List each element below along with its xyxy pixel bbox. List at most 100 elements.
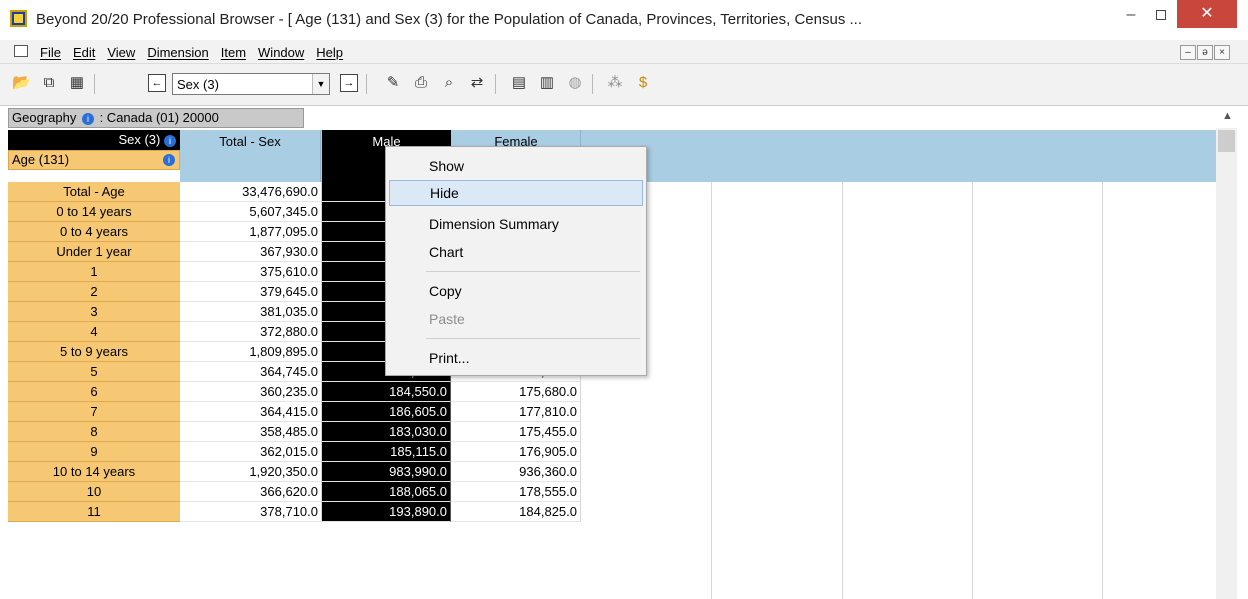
row-header[interactable]: 3	[8, 302, 180, 322]
currency-icon[interactable]: $	[634, 74, 652, 92]
table-cell-male[interactable]: 184,550.0	[322, 382, 451, 402]
row-header[interactable]: Total - Age	[8, 182, 180, 202]
maximize-button[interactable]	[1148, 4, 1174, 30]
info-icon[interactable]: i	[164, 134, 176, 147]
menu-edit[interactable]: Edit	[73, 45, 95, 60]
table-cell-female[interactable]: 178,555.0	[451, 482, 581, 502]
back-arrow-icon[interactable]: ←	[148, 74, 166, 92]
print-icon[interactable]: ⎙	[412, 74, 430, 92]
chart-view-icon[interactable]: ▥	[538, 74, 556, 92]
table-cell-total[interactable]: 378,710.0	[180, 502, 322, 522]
table-cell-total[interactable]: 364,745.0	[180, 362, 322, 382]
table-cell-male[interactable]: 185,115.0	[322, 442, 451, 462]
table-row: 10 366,620.0 188,065.0 178,555.0	[8, 482, 1216, 502]
table-cell-female[interactable]: 176,905.0	[451, 442, 581, 462]
child-minimize-button[interactable]: –	[1180, 45, 1196, 60]
table-cell-total[interactable]: 33,476,690.0	[180, 182, 322, 202]
row-header[interactable]: 9	[8, 442, 180, 462]
info-icon[interactable]: i	[81, 113, 94, 125]
table-cell-total[interactable]: 5,607,345.0	[180, 202, 322, 222]
table-cell-total[interactable]: 367,930.0	[180, 242, 322, 262]
table-cell-female[interactable]: 936,360.0	[451, 462, 581, 482]
geography-filter[interactable]: Geography i : Canada (01) 20000	[8, 108, 304, 128]
row-header[interactable]: 8	[8, 422, 180, 442]
menu-file[interactable]: File	[40, 45, 61, 60]
pencil-icon[interactable]: ✎	[384, 74, 402, 92]
document-icon[interactable]	[14, 45, 28, 57]
dimension-select[interactable]: Sex (3) ▼	[172, 73, 330, 95]
row-header[interactable]: Under 1 year	[8, 242, 180, 262]
map-view-icon[interactable]: ◍	[566, 74, 584, 92]
table-cell-male[interactable]: 188,065.0	[322, 482, 451, 502]
row-header[interactable]: 1	[8, 262, 180, 282]
table-cell-total[interactable]: 360,235.0	[180, 382, 322, 402]
child-close-button[interactable]: ×	[1214, 45, 1230, 60]
row-header[interactable]: 7	[8, 402, 180, 422]
row-header[interactable]: 11	[8, 502, 180, 522]
column-header-total[interactable]: Total - Sex	[180, 130, 321, 182]
maximize-icon	[1156, 10, 1166, 20]
table-cell-female[interactable]: 175,680.0	[451, 382, 581, 402]
table-cell-female[interactable]: 177,810.0	[451, 402, 581, 422]
menu-item[interactable]: Item	[221, 45, 246, 60]
copy-icon[interactable]: ⧉	[40, 74, 58, 92]
row-dimension-header[interactable]: Age (131) i	[8, 150, 180, 170]
row-header[interactable]: 4	[8, 322, 180, 342]
scroll-thumb[interactable]	[1218, 130, 1235, 152]
table-cell-total[interactable]: 372,880.0	[180, 322, 322, 342]
menu-item-hide[interactable]: Hide	[389, 180, 643, 206]
zoom-icon[interactable]: ⌕	[440, 74, 458, 92]
menu-item-print[interactable]: Print...	[389, 345, 643, 371]
row-header[interactable]: 5	[8, 362, 180, 382]
table-cell-male[interactable]: 186,605.0	[322, 402, 451, 422]
table-cell-total[interactable]: 364,415.0	[180, 402, 322, 422]
table-row: 8 358,485.0 183,030.0 175,455.0	[8, 422, 1216, 442]
menu-item-copy[interactable]: Copy	[389, 278, 643, 304]
table-cell-total[interactable]: 1,920,350.0	[180, 462, 322, 482]
menu-item-dimension-summary[interactable]: Dimension Summary	[389, 211, 643, 237]
column-dimension-header[interactable]: Sex (3) i	[8, 130, 180, 150]
row-header[interactable]: 10 to 14 years	[8, 462, 180, 482]
menu-dimension[interactable]: Dimension	[147, 45, 208, 60]
table-row: 9 362,015.0 185,115.0 176,905.0	[8, 442, 1216, 462]
menu-separator	[426, 271, 640, 272]
forward-arrow-icon[interactable]: →	[340, 74, 358, 92]
row-header[interactable]: 0 to 4 years	[8, 222, 180, 242]
menu-view[interactable]: View	[107, 45, 135, 60]
traffic-light-icon[interactable]: ⁂	[606, 74, 624, 92]
table-cell-male[interactable]: 183,030.0	[322, 422, 451, 442]
table-cell-female[interactable]: 175,455.0	[451, 422, 581, 442]
table-cell-total[interactable]: 379,645.0	[180, 282, 322, 302]
pivot-icon[interactable]: ⇄	[468, 74, 486, 92]
table-view-icon[interactable]: ▤	[510, 74, 528, 92]
table-cell-total[interactable]: 366,620.0	[180, 482, 322, 502]
menu-help[interactable]: Help	[316, 45, 343, 60]
child-restore-button[interactable]: ǝ	[1197, 45, 1213, 60]
table-cell-female[interactable]: 184,825.0	[451, 502, 581, 522]
minimize-button[interactable]: –	[1118, 4, 1144, 30]
table-cell-total[interactable]: 1,809,895.0	[180, 342, 322, 362]
table-cell-total[interactable]: 362,015.0	[180, 442, 322, 462]
menu-item-show[interactable]: Show	[389, 153, 643, 179]
row-header[interactable]: 5 to 9 years	[8, 342, 180, 362]
row-header[interactable]: 2	[8, 282, 180, 302]
table-cell-total[interactable]: 375,610.0	[180, 262, 322, 282]
column-dimension-label: Sex (3)	[118, 132, 161, 147]
chevron-down-icon[interactable]: ▼	[312, 74, 329, 94]
vertical-scrollbar[interactable]	[1216, 128, 1237, 599]
table-cell-total[interactable]: 381,035.0	[180, 302, 322, 322]
row-header[interactable]: 0 to 14 years	[8, 202, 180, 222]
table-cell-male[interactable]: 983,990.0	[322, 462, 451, 482]
close-button[interactable]: ✕	[1177, 0, 1237, 28]
menu-item-chart[interactable]: Chart	[389, 239, 643, 265]
layout-icon[interactable]: ▦	[68, 74, 86, 92]
table-cell-total[interactable]: 1,877,095.0	[180, 222, 322, 242]
scroll-up-icon[interactable]: ▲	[1222, 110, 1233, 122]
row-header[interactable]: 6	[8, 382, 180, 402]
row-header[interactable]: 10	[8, 482, 180, 502]
info-icon[interactable]: i	[163, 154, 175, 166]
menu-window[interactable]: Window	[258, 45, 304, 60]
open-folder-icon[interactable]: 📂	[12, 74, 31, 92]
table-cell-total[interactable]: 358,485.0	[180, 422, 322, 442]
table-cell-male[interactable]: 193,890.0	[322, 502, 451, 522]
